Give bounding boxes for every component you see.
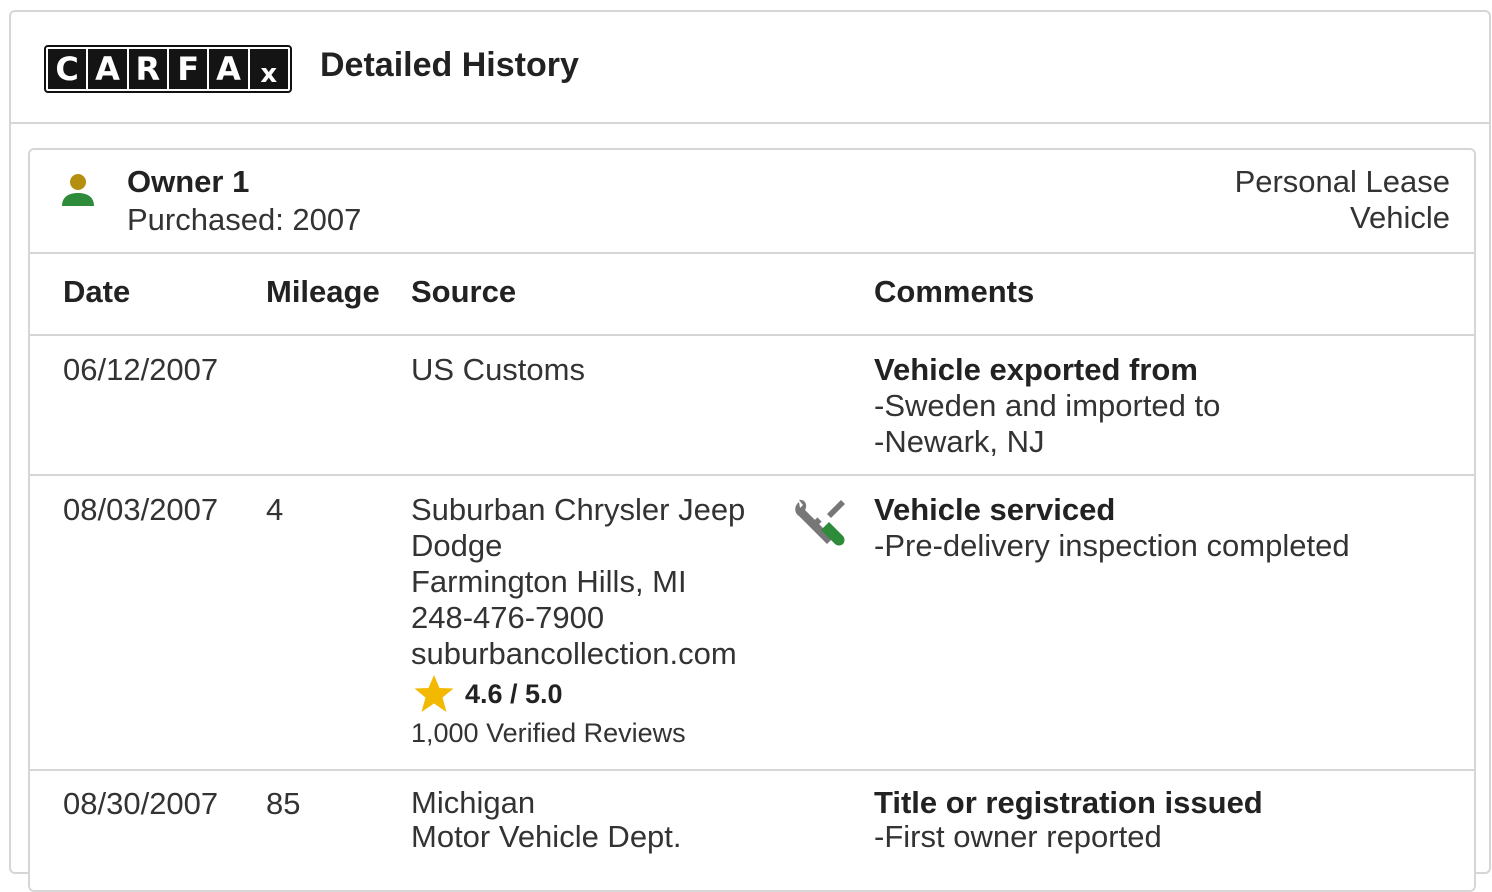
source-website-link[interactable]: suburbancollection.com bbox=[411, 636, 791, 672]
divider bbox=[30, 334, 1474, 336]
row-source: Michigan Motor Vehicle Dept. bbox=[411, 786, 811, 854]
verified-reviews-link[interactable]: 1,000 Verified Reviews bbox=[411, 718, 686, 749]
source-phone[interactable]: 248-476-7900 bbox=[411, 600, 791, 636]
comment-item: -Sweden and imported to bbox=[874, 388, 1221, 423]
row-comments: Vehicle exported from -Sweden and import… bbox=[874, 352, 1434, 460]
logo-letter: A bbox=[209, 49, 248, 89]
owner-header: Owner 1 Purchased: 2007 Personal Lease V… bbox=[30, 150, 1474, 254]
comment-item: -First owner reported bbox=[874, 819, 1162, 854]
owner-purchased: Purchased: 2007 bbox=[127, 202, 362, 237]
owner-section: Owner 1 Purchased: 2007 Personal Lease V… bbox=[28, 148, 1476, 892]
source-line: Farmington Hills, MI bbox=[411, 564, 687, 599]
comment-title: Vehicle serviced bbox=[874, 492, 1116, 527]
source-line: US Customs bbox=[411, 352, 585, 387]
source-line[interactable]: Dodge bbox=[411, 528, 791, 564]
owner-type: Personal Lease Vehicle bbox=[1150, 164, 1450, 236]
star-icon bbox=[414, 675, 454, 712]
logo-letter: C bbox=[48, 49, 87, 89]
owner-name: Owner 1 bbox=[127, 164, 250, 199]
owner-type-line: Personal Lease bbox=[1234, 164, 1450, 199]
divider bbox=[30, 769, 1474, 771]
row-comments: Title or registration issued -First owne… bbox=[874, 786, 1434, 854]
row-source: Suburban Chrysler Jeep Dodge Farmington … bbox=[411, 492, 791, 672]
row-mileage: 4 bbox=[266, 492, 284, 527]
page-title: Detailed History bbox=[320, 46, 579, 84]
logo-letter: R bbox=[128, 49, 167, 89]
source-line[interactable]: Suburban Chrysler Jeep bbox=[411, 492, 791, 528]
column-header-comments: Comments bbox=[874, 274, 1035, 309]
row-date: 08/30/2007 bbox=[63, 786, 219, 821]
column-header-date: Date bbox=[63, 274, 131, 309]
dealer-rating[interactable]: 4.6 / 5.0 bbox=[413, 674, 563, 714]
owner-type-line: Vehicle bbox=[1350, 200, 1450, 235]
card-header: C A R F A x Detailed History bbox=[11, 12, 1489, 124]
carfax-logo[interactable]: C A R F A x bbox=[44, 45, 292, 93]
row-date: 08/03/2007 bbox=[63, 492, 219, 527]
column-header-source: Source bbox=[411, 274, 517, 309]
divider bbox=[30, 474, 1474, 476]
logo-letter: A bbox=[88, 49, 127, 89]
detailed-history-card: C A R F A x Detailed History Owner 1 Pur… bbox=[9, 10, 1491, 892]
comment-title: Title or registration issued bbox=[874, 785, 1263, 820]
row-mileage: 85 bbox=[266, 786, 301, 821]
source-line: Motor Vehicle Dept. bbox=[411, 819, 682, 854]
row-date: 06/12/2007 bbox=[63, 352, 219, 387]
rating-value: 4.6 / 5.0 bbox=[465, 678, 563, 709]
logo-letter: x bbox=[249, 49, 288, 89]
wrench-screwdriver-icon bbox=[795, 499, 845, 546]
row-source: US Customs bbox=[411, 352, 585, 388]
row-comments: Vehicle serviced -Pre-delivery inspectio… bbox=[874, 492, 1434, 564]
comment-item: -Pre-delivery inspection completed bbox=[874, 528, 1350, 563]
source-line: Michigan bbox=[411, 785, 536, 820]
comment-item: -Newark, NJ bbox=[874, 424, 1045, 459]
comment-title: Vehicle exported from bbox=[874, 352, 1198, 387]
column-header-mileage: Mileage bbox=[266, 274, 380, 309]
person-icon bbox=[62, 174, 94, 206]
logo-letter: F bbox=[168, 49, 208, 89]
